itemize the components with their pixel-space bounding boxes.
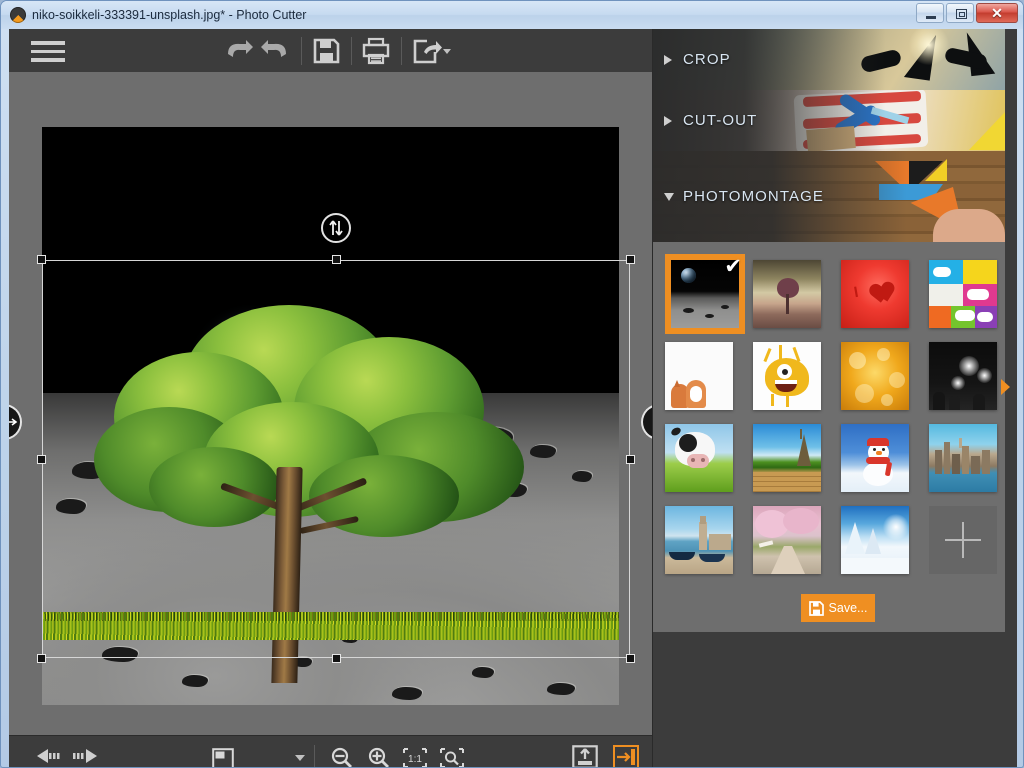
floppy-disk-icon — [808, 600, 824, 616]
client-area: 32.0 % 1:1 — [9, 29, 1017, 767]
minimize-icon — [917, 4, 943, 22]
chevron-down-icon[interactable] — [295, 755, 305, 761]
svg-text:1:1: 1:1 — [408, 754, 422, 765]
thumbnail-i-love-heart-red[interactable]: I — [841, 260, 909, 328]
section-label-crop: CROP — [683, 51, 731, 68]
chevron-down-icon — [664, 193, 674, 201]
add-background-icon[interactable] — [929, 506, 997, 574]
zoom-out-icon[interactable] — [329, 746, 355, 767]
right-panel: CROP CUT-OUT PHOTOMONTAGE ✔ I Save... — [652, 29, 1017, 767]
flip-vertical-icon[interactable] — [321, 213, 351, 243]
handle-top-center[interactable] — [332, 255, 341, 264]
expand-left-panel-icon[interactable] — [9, 404, 22, 440]
section-header-cutout[interactable]: CUT-OUT — [653, 90, 1005, 151]
photomontage-panel: ✔ I Save... — [653, 242, 1005, 632]
section-label-cutout: CUT-OUT — [683, 112, 758, 129]
thumbnail-moon-earth-space[interactable]: ✔ — [665, 254, 745, 334]
main-toolbar — [9, 29, 652, 72]
handle-middle-left[interactable] — [37, 455, 46, 464]
close-icon: ✕ — [991, 5, 1003, 21]
redo-button[interactable] — [258, 34, 294, 68]
redo-arrow-icon — [261, 40, 286, 57]
thumbnail-winter-sun-forest[interactable] — [841, 506, 909, 574]
next-image-icon[interactable] — [69, 747, 105, 767]
thumbnail-paris-eiffel-deck[interactable] — [753, 424, 821, 492]
print-button[interactable] — [358, 34, 394, 68]
title-bar: niko-soikkeli-333391-unsplash.jpg* - Pho… — [1, 1, 1023, 29]
save-montage-button[interactable]: Save... — [801, 594, 875, 622]
handle-bottom-left[interactable] — [37, 654, 46, 663]
tree-overlay — [94, 297, 524, 683]
grass-strip — [42, 612, 619, 640]
share-button[interactable] — [408, 34, 444, 68]
actual-size-button[interactable]: 1:1 — [402, 747, 428, 767]
selected-check-icon: ✔ — [724, 255, 742, 278]
maximize-button[interactable] — [946, 3, 974, 23]
thumbnail-gold-bokeh[interactable] — [841, 342, 909, 410]
undo-button[interactable] — [220, 34, 256, 68]
collapse-right-icon[interactable] — [641, 404, 652, 440]
section-label-photomontage: PHOTOMONTAGE — [683, 188, 824, 205]
printer-icon — [362, 37, 390, 65]
thumbnail-cow-green-field[interactable] — [665, 424, 733, 492]
undo-arrow-icon — [228, 40, 253, 57]
handle-top-right[interactable] — [626, 255, 635, 264]
status-bar: 32.0 % 1:1 — [9, 735, 652, 767]
expand-panel-triangle-icon[interactable] — [1001, 379, 1010, 395]
zoom-in-icon[interactable] — [366, 746, 392, 767]
section-header-crop[interactable]: CROP — [653, 29, 1005, 90]
chevron-right-icon — [664, 116, 672, 126]
section-header-photomontage[interactable]: PHOTOMONTAGE — [653, 151, 1005, 242]
thumbnail-snowman-winter[interactable] — [841, 424, 909, 492]
apply-exit-icon[interactable] — [613, 745, 639, 767]
fit-to-window-icon[interactable] — [439, 747, 465, 767]
floppy-disk-icon — [313, 38, 340, 64]
thumbnail-concert-crowd[interactable] — [929, 342, 997, 410]
app-window: niko-soikkeli-333391-unsplash.jpg* - Pho… — [0, 0, 1024, 768]
thumbnail-cats-dogs-white[interactable] — [665, 342, 733, 410]
window-title: niko-soikkeli-333391-unsplash.jpg* - Pho… — [32, 8, 307, 22]
share-export-icon — [413, 39, 442, 64]
previous-image-icon[interactable] — [34, 747, 70, 767]
save-button-label: Save... — [828, 601, 868, 615]
thumbnail-heart-tree-sunset[interactable] — [753, 260, 821, 328]
handle-top-left[interactable] — [37, 255, 46, 264]
fit-page-icon[interactable] — [212, 748, 234, 767]
minimize-button[interactable] — [916, 3, 944, 23]
photo-cutter-logo-icon — [10, 7, 26, 23]
thumbnail-venice-gondola[interactable] — [665, 506, 733, 574]
handle-middle-right[interactable] — [626, 455, 635, 464]
chevron-down-icon[interactable] — [443, 49, 451, 54]
upload-image-icon[interactable] — [572, 745, 598, 767]
thumbnail-comic-speech-pop[interactable] — [929, 260, 997, 328]
thumbnail-cherry-blossom[interactable] — [753, 506, 821, 574]
image-canvas[interactable] — [9, 72, 652, 735]
chevron-right-icon — [664, 55, 672, 65]
maximize-icon — [947, 4, 973, 22]
save-button[interactable] — [308, 34, 344, 68]
handle-bottom-center[interactable] — [332, 654, 341, 663]
menu-icon[interactable] — [31, 41, 65, 62]
handle-bottom-right[interactable] — [626, 654, 635, 663]
close-button[interactable]: ✕ — [976, 3, 1018, 23]
thumbnail-yellow-monster[interactable] — [753, 342, 821, 410]
thumbnail-city-skyline[interactable] — [929, 424, 997, 492]
